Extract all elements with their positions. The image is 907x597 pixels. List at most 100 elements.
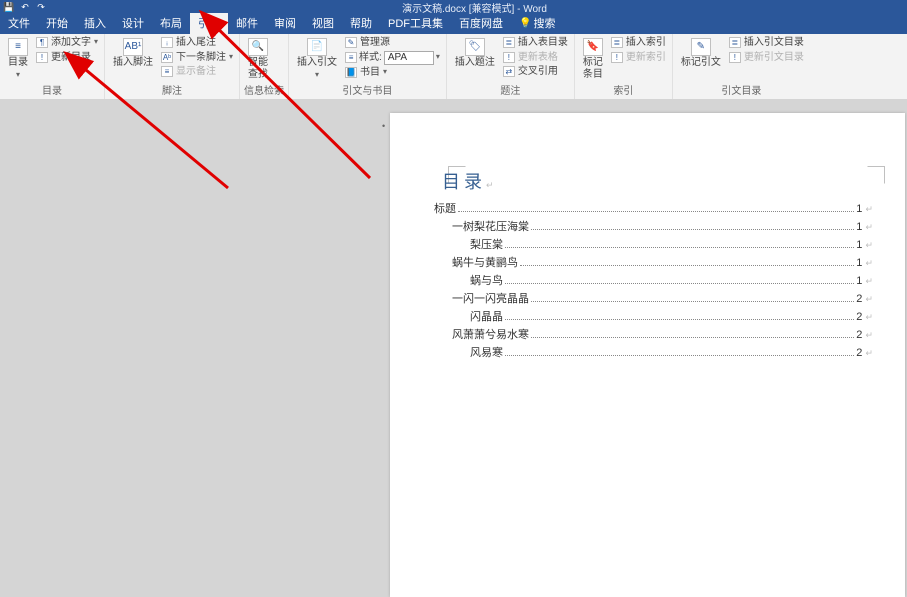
toc-icon: ≡ bbox=[8, 38, 28, 56]
toc-entry-text: 蜗与鸟 bbox=[470, 272, 503, 288]
lookup-icon: 🔍 bbox=[248, 38, 268, 56]
toc-leader bbox=[505, 355, 854, 356]
next-icon: Aᵇ bbox=[161, 52, 173, 63]
add-text-label: 添加文字 bbox=[51, 36, 91, 50]
style-value[interactable]: APA bbox=[384, 51, 434, 65]
chevron-down-icon[interactable]: ▾ bbox=[436, 52, 440, 63]
group-captions-label: 题注 bbox=[451, 81, 570, 99]
next-footnote-button[interactable]: Aᵇ下一条脚注▾ bbox=[159, 51, 235, 65]
citation-icon: 📄 bbox=[307, 38, 327, 56]
show-notes-label: 显示备注 bbox=[176, 65, 216, 79]
crossref-icon: ⇄ bbox=[503, 66, 515, 77]
update-toc-label: 更新目录 bbox=[51, 51, 91, 65]
group-footnotes: AB¹ 插入脚注 ᵢ插入尾注 Aᵇ下一条脚注▾ ≡显示备注 脚注 bbox=[105, 34, 240, 99]
next-footnote-label: 下一条脚注 bbox=[176, 51, 226, 65]
toc-entry-page: 1 ↵ bbox=[856, 203, 873, 215]
title-bar: 💾 ↶ ↷ 演示文稿.docx [兼容模式] - Word bbox=[0, 0, 907, 14]
insert-index-button[interactable]: ≣插入索引 bbox=[609, 36, 668, 50]
bullet-marker: • bbox=[382, 121, 385, 131]
tab-pdf[interactable]: PDF工具集 bbox=[380, 13, 451, 34]
toc-entry[interactable]: 标题 1 ↵ bbox=[434, 200, 873, 216]
undo-icon[interactable]: ↶ bbox=[20, 2, 30, 12]
toc-entry[interactable]: 风易寒2 ↵ bbox=[470, 344, 873, 360]
toc-entry-page: 1 ↵ bbox=[856, 239, 873, 251]
toc-button-label: 目录 bbox=[8, 57, 28, 69]
toc-entry[interactable]: 一闪一闪亮晶晶2 ↵ bbox=[452, 290, 873, 306]
group-toa: ✎ 标记引文 ≣插入引文目录 !更新引文目录 引文目录 bbox=[673, 34, 810, 99]
toc-button[interactable]: ≡ 目录 ▾ bbox=[4, 36, 32, 81]
mark-citation-label: 标记引文 bbox=[681, 57, 721, 69]
search-label: 搜索 bbox=[533, 15, 555, 31]
toc-entry-text: 闪晶晶 bbox=[470, 308, 503, 324]
index-icon: ≣ bbox=[611, 37, 623, 48]
tab-design[interactable]: 设计 bbox=[114, 13, 152, 34]
toc-leader bbox=[531, 229, 854, 230]
redo-icon[interactable]: ↷ bbox=[36, 2, 46, 12]
insert-tof-button[interactable]: ≣插入表目录 bbox=[501, 36, 570, 50]
toc-entry-text: 标题 bbox=[434, 200, 456, 216]
tab-baidu[interactable]: 百度网盘 bbox=[451, 13, 511, 34]
tab-references[interactable]: 引用 bbox=[190, 13, 228, 34]
tab-help[interactable]: 帮助 bbox=[342, 13, 380, 34]
tab-insert[interactable]: 插入 bbox=[76, 13, 114, 34]
toc-leader bbox=[505, 283, 854, 284]
group-index-label: 索引 bbox=[579, 81, 668, 99]
tab-file[interactable]: 文件 bbox=[0, 13, 38, 34]
style-select[interactable]: ≡ 样式: APA ▾ bbox=[343, 51, 442, 65]
chevron-down-icon: ▾ bbox=[16, 70, 20, 79]
manage-sources-label: 管理源 bbox=[360, 36, 390, 50]
footnote-icon: AB¹ bbox=[123, 38, 143, 56]
save-icon[interactable]: 💾 bbox=[4, 2, 14, 12]
add-text-button[interactable]: ¶添加文字▾ bbox=[34, 36, 100, 50]
group-index: 🔖 标记 条目 ≣插入索引 !更新索引 索引 bbox=[575, 34, 673, 99]
addtext-icon: ¶ bbox=[36, 37, 48, 48]
toc-leader bbox=[531, 301, 854, 302]
tab-layout[interactable]: 布局 bbox=[152, 13, 190, 34]
toc-heading-text: 目录 bbox=[442, 172, 486, 192]
tab-mailings[interactable]: 邮件 bbox=[228, 13, 266, 34]
toc-entry-text: 一树梨花压海棠 bbox=[452, 218, 529, 234]
tab-search[interactable]: 💡 搜索 bbox=[511, 13, 563, 34]
style-icon: ≡ bbox=[345, 52, 357, 63]
toc-entry[interactable]: 蜗牛与黄鹂鸟1 ↵ bbox=[452, 254, 873, 270]
group-citations-label: 引文与书目 bbox=[293, 81, 442, 99]
chevron-down-icon: ▾ bbox=[94, 37, 98, 48]
group-toc-label: 目录 bbox=[4, 81, 100, 99]
toc-entry[interactable]: 闪晶晶 2 ↵ bbox=[470, 308, 873, 324]
bibliography-button[interactable]: 📘书目▾ bbox=[343, 66, 442, 80]
toc-entry[interactable]: 蜗与鸟1 ↵ bbox=[470, 272, 873, 288]
bibliography-label: 书目 bbox=[360, 66, 380, 80]
mark-citation-button[interactable]: ✎ 标记引文 bbox=[677, 36, 725, 81]
group-captions: 🏷 插入题注 ≣插入表目录 !更新表格 ⇄交叉引用 题注 bbox=[447, 34, 575, 99]
insert-caption-button[interactable]: 🏷 插入题注 bbox=[451, 36, 499, 81]
tab-home[interactable]: 开始 bbox=[38, 13, 76, 34]
ribbon-tabs: 文件 开始 插入 设计 布局 引用 邮件 审阅 视图 帮助 PDF工具集 百度网… bbox=[0, 14, 907, 34]
insert-toa-button[interactable]: ≣插入引文目录 bbox=[727, 36, 806, 50]
show-icon: ≡ bbox=[161, 66, 173, 77]
style-label: 样式: bbox=[359, 51, 382, 65]
toc-entry[interactable]: 一树梨花压海棠1 ↵ bbox=[452, 218, 873, 234]
document-page[interactable]: • 目录↵ 标题1 ↵一树梨花压海棠1 ↵梨压棠1 ↵蜗牛与黄鹂鸟1 ↵蜗与鸟1… bbox=[390, 113, 905, 597]
markcite-icon: ✎ bbox=[691, 38, 711, 56]
cross-ref-button[interactable]: ⇄交叉引用 bbox=[501, 65, 570, 79]
toc-entry[interactable]: 梨压棠1 ↵ bbox=[470, 236, 873, 252]
update-icon: ! bbox=[36, 52, 48, 63]
tab-view[interactable]: 视图 bbox=[304, 13, 342, 34]
update-toc-button[interactable]: !更新目录 bbox=[34, 51, 100, 65]
toc-entry-page: 2 ↵ bbox=[856, 311, 873, 323]
insert-caption-label: 插入题注 bbox=[455, 57, 495, 69]
group-toa-label: 引文目录 bbox=[677, 81, 806, 99]
tab-review[interactable]: 审阅 bbox=[266, 13, 304, 34]
insert-endnote-button[interactable]: ᵢ插入尾注 bbox=[159, 36, 235, 50]
mark-icon: 🔖 bbox=[583, 38, 603, 56]
toc-entry[interactable]: 风萧萧兮易水寒2 ↵ bbox=[452, 326, 873, 342]
show-notes-button: ≡显示备注 bbox=[159, 65, 235, 79]
smart-lookup-button[interactable]: 🔍 智能 查找 bbox=[244, 36, 272, 81]
insert-footnote-label: 插入脚注 bbox=[113, 57, 153, 69]
insert-citation-button[interactable]: 📄 插入引文 ▾ bbox=[293, 36, 341, 81]
mark-entry-button[interactable]: 🔖 标记 条目 bbox=[579, 36, 607, 81]
insert-tof-label: 插入表目录 bbox=[518, 36, 568, 50]
insert-footnote-button[interactable]: AB¹ 插入脚注 bbox=[109, 36, 157, 81]
toc-entry-page: 2 ↵ bbox=[856, 329, 873, 341]
manage-sources-button[interactable]: ✎管理源 bbox=[343, 36, 442, 50]
